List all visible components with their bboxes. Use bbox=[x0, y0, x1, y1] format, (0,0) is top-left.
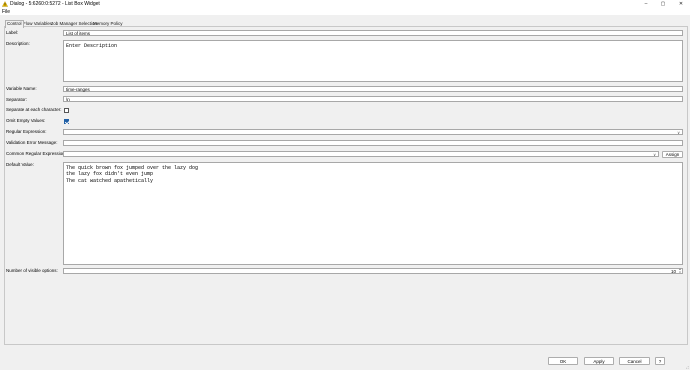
regex-dropdown[interactable]: ∨ bbox=[63, 129, 683, 135]
separator-label: Separator: bbox=[6, 97, 28, 102]
close-button[interactable]: ✕ bbox=[675, 0, 687, 8]
separate-each-char-checkbox[interactable] bbox=[64, 108, 69, 113]
variable-name-label: Variable Name: bbox=[6, 86, 37, 91]
variable-name-value: time-ranges bbox=[66, 87, 90, 92]
validation-error-input[interactable] bbox=[63, 140, 683, 146]
separate-each-char-label: Separate at each character: bbox=[6, 107, 62, 112]
separator-input[interactable]: \n bbox=[63, 96, 683, 102]
default-value-textarea[interactable]: The quick brown fox jumped over the lazy… bbox=[63, 162, 683, 265]
visible-options-value: 10 bbox=[670, 269, 676, 274]
common-regex-dropdown[interactable]: ∨ bbox=[63, 151, 659, 157]
cancel-button[interactable]: Cancel bbox=[619, 357, 650, 365]
visible-options-spinner[interactable]: 10 ▲ ▼ bbox=[63, 268, 683, 274]
visible-options-label: Number of visible options: bbox=[6, 268, 58, 273]
label-label: Label: bbox=[6, 30, 19, 35]
assign-button[interactable]: Assign bbox=[662, 151, 683, 158]
chevron-down-icon[interactable]: ∨ bbox=[653, 152, 656, 157]
omit-empty-checkbox[interactable] bbox=[64, 119, 69, 124]
help-button[interactable]: ? bbox=[655, 357, 665, 365]
spinner-arrows-icon[interactable]: ▲ ▼ bbox=[678, 268, 682, 274]
ok-button[interactable]: OK bbox=[548, 357, 578, 365]
tab-control[interactable]: Control bbox=[5, 20, 24, 28]
variable-name-input[interactable]: time-ranges bbox=[63, 86, 683, 92]
maximize-button[interactable]: ▢ bbox=[657, 0, 669, 8]
separator-value: \n bbox=[66, 97, 70, 102]
chevron-down-icon[interactable]: ∨ bbox=[677, 130, 680, 135]
default-value-label: Default Value: bbox=[6, 162, 34, 167]
title-bar: Dialog - 5:6260:0:5272 - List Box Widget… bbox=[0, 0, 690, 8]
window-title: Dialog - 5:6260:0:5272 - List Box Widget bbox=[10, 1, 100, 7]
validation-error-label: Validation Error Message: bbox=[6, 140, 58, 145]
apply-button[interactable]: Apply bbox=[584, 357, 614, 365]
regex-label: Regular Expression: bbox=[6, 129, 47, 134]
label-input-value: List of items bbox=[66, 31, 91, 36]
description-textarea[interactable]: Enter Description bbox=[63, 40, 683, 82]
description-text: Enter Description bbox=[66, 43, 118, 49]
menu-file[interactable]: File bbox=[2, 9, 10, 15]
menu-bar: File bbox=[0, 8, 690, 15]
description-label: Description: bbox=[6, 41, 30, 46]
resize-grip-icon[interactable] bbox=[684, 364, 689, 369]
default-value-text: The quick brown fox jumped over the lazy… bbox=[66, 165, 199, 184]
label-input[interactable]: List of items bbox=[63, 30, 683, 36]
warning-triangle-icon bbox=[2, 1, 8, 7]
common-regex-label: Common Regular Expressions: bbox=[6, 151, 69, 156]
minimize-button[interactable]: – bbox=[640, 0, 652, 8]
omit-empty-label: Omit Empty Values: bbox=[6, 118, 46, 123]
